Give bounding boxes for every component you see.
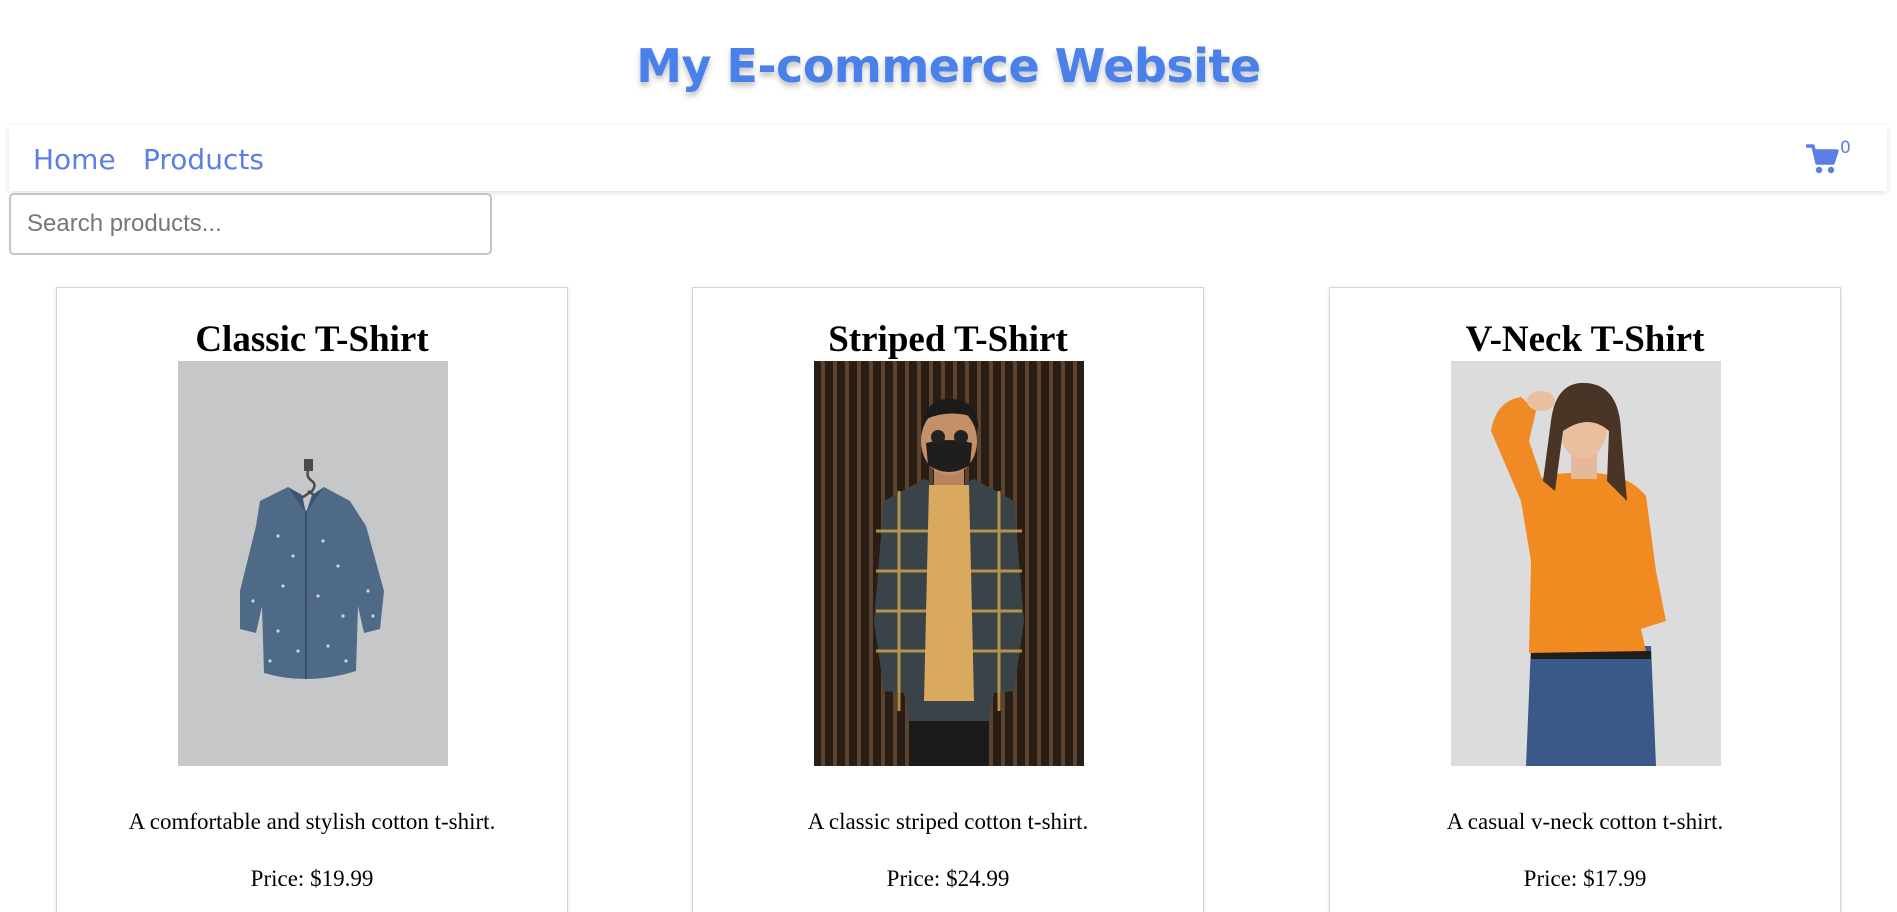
product-description: A classic striped cotton t-shirt.: [807, 809, 1089, 834]
product-card: Classic T-Shirt A comfortable and stylis…: [56, 287, 568, 912]
product-price: Price: $17.99: [1523, 866, 1647, 891]
cart-button[interactable]: 0: [1806, 139, 1856, 179]
product-description: A comfortable and stylish cotton t-shirt…: [128, 809, 496, 834]
site-title: My E-commerce Website: [636, 39, 1261, 93]
product-price: Price: $19.99: [250, 866, 374, 891]
shopping-cart-icon: [1806, 144, 1839, 174]
cart-count-badge: 0: [1840, 138, 1851, 158]
product-title: Classic T-Shirt: [195, 319, 429, 360]
product-description: A casual v-neck cotton t-shirt.: [1446, 809, 1724, 834]
nav-link-products[interactable]: Products: [143, 143, 264, 177]
product-image[interactable]: [1451, 361, 1721, 766]
product-card: Striped T-Shirt A classic striped cotton…: [692, 287, 1204, 912]
product-price: Price: $24.99: [886, 866, 1010, 891]
navbar: Home Products 0: [9, 125, 1887, 191]
product-title: Striped T-Shirt: [828, 319, 1068, 360]
product-card: V-Neck T-Shirt A casual v-neck cotton t-…: [1329, 287, 1841, 912]
product-title: V-Neck T-Shirt: [1465, 319, 1705, 360]
search-input[interactable]: [9, 193, 492, 255]
product-image[interactable]: [178, 361, 448, 766]
product-image[interactable]: [814, 361, 1084, 766]
nav-link-home[interactable]: Home: [33, 143, 116, 177]
